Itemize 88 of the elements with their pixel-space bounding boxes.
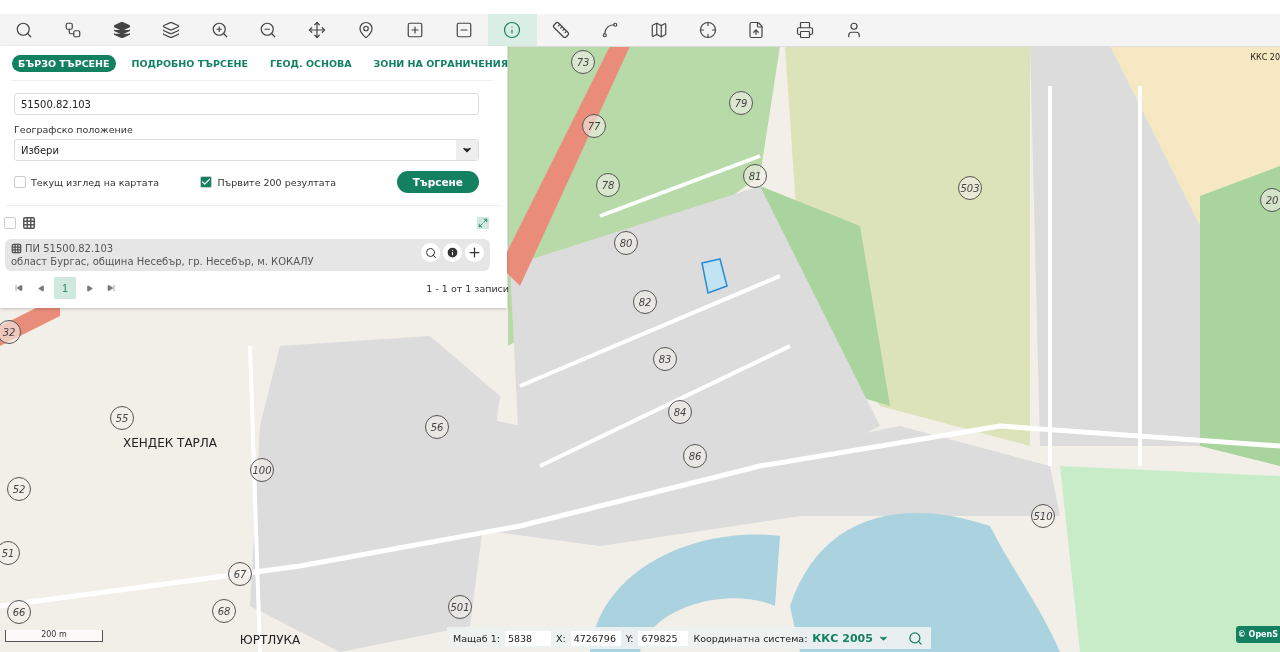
search-input[interactable]: 51500.82.103 bbox=[14, 93, 479, 115]
place-name: ХЕНДЕК ТАРЛА bbox=[122, 436, 218, 450]
map-number-marker: 52 bbox=[7, 477, 31, 501]
map-number-marker: 51 bbox=[0, 541, 20, 565]
search-tab[interactable]: ЗОНИ НА ОГРАНИЧЕНИЯ bbox=[367, 54, 514, 72]
map-number-marker: 32 bbox=[0, 320, 21, 344]
layers-icon bbox=[161, 21, 180, 39]
map-number-marker: 501 bbox=[448, 595, 472, 619]
x-value: 4726796 bbox=[570, 630, 621, 646]
search-button[interactable] bbox=[421, 243, 440, 262]
scale-value: 5838 bbox=[504, 630, 551, 646]
map-number-marker: 82 bbox=[633, 290, 657, 314]
x-label: X: bbox=[555, 632, 566, 644]
file-upload-icon bbox=[747, 21, 766, 39]
map-number-marker: 73 bbox=[571, 50, 595, 74]
layers-filled-icon bbox=[113, 21, 131, 39]
map-number-marker: 84 bbox=[668, 400, 692, 424]
search-button[interactable]: Търсене bbox=[396, 171, 479, 193]
last-page-icon bbox=[107, 284, 115, 292]
search-tab[interactable]: ГЕОД. ОСНОВА bbox=[263, 54, 358, 72]
select-all-checkbox[interactable] bbox=[4, 217, 16, 229]
map-number-marker: 79 bbox=[729, 91, 753, 115]
scale-bar: 200 m bbox=[5, 630, 103, 642]
previous-page-icon bbox=[37, 284, 45, 292]
y-value: 679825 bbox=[638, 630, 689, 646]
checkbox[interactable] bbox=[200, 176, 213, 188]
map-number-marker: 68 bbox=[212, 599, 236, 623]
dropdown-caret-icon[interactable] bbox=[456, 140, 478, 160]
crs-select[interactable]: ККС 2005 bbox=[812, 631, 873, 645]
result-address: област Бургас, община Несебър, гр. Несебър, м. КОКАЛУ bbox=[11, 256, 314, 267]
map-number-marker: 100 bbox=[250, 458, 274, 482]
search-icon bbox=[15, 21, 34, 39]
search-tab[interactable]: ПОДРОБНО ТЪРСЕНЕ bbox=[125, 54, 254, 72]
y-label: Y: bbox=[625, 632, 634, 644]
zoom-out-icon bbox=[259, 21, 278, 39]
map-number-marker: 80 bbox=[614, 231, 638, 255]
grid-icon bbox=[11, 243, 22, 254]
first-page-icon bbox=[15, 284, 23, 292]
option-label: Първите 200 резултата bbox=[217, 176, 336, 188]
map-number-marker: 510 bbox=[1031, 504, 1055, 528]
map-number-marker: 77 bbox=[582, 114, 606, 138]
crs-label: Координатна система: bbox=[693, 632, 808, 644]
map-number-marker: 86 bbox=[683, 444, 707, 468]
map-number-marker: 78 bbox=[596, 173, 620, 197]
plus-icon bbox=[467, 245, 482, 260]
add-button[interactable] bbox=[465, 243, 484, 262]
checkbox[interactable] bbox=[14, 176, 26, 188]
polyline-icon bbox=[600, 21, 619, 39]
records-summary: 1 - 1 от 1 записи bbox=[426, 282, 509, 294]
map-number-marker: 83 bbox=[653, 347, 677, 371]
map-icon bbox=[649, 21, 668, 39]
info-tool[interactable] bbox=[487, 14, 537, 46]
result-title: ПИ 51500.82.103 bbox=[25, 243, 114, 254]
square-minus-icon bbox=[454, 21, 473, 39]
location-select[interactable]: Избери bbox=[14, 139, 479, 161]
ruler-icon bbox=[552, 21, 571, 39]
map-number-marker: 67 bbox=[228, 562, 252, 586]
nodes-icon bbox=[64, 21, 83, 39]
info-icon bbox=[446, 246, 459, 259]
scale-label: Мащаб 1: bbox=[453, 632, 500, 644]
square-plus-icon bbox=[405, 21, 424, 39]
search-tab[interactable]: БЪРЗО ТЪРСЕНЕ bbox=[12, 54, 116, 72]
map-number-marker: 20 bbox=[1260, 188, 1280, 212]
option-label: Текущ изглед на картата bbox=[31, 176, 160, 188]
map-number-marker: 55 bbox=[110, 406, 134, 430]
map-attribution[interactable]: © OpenS bbox=[1235, 626, 1280, 643]
move-icon bbox=[308, 21, 327, 39]
search-icon[interactable] bbox=[907, 630, 923, 646]
info-button[interactable] bbox=[443, 243, 462, 262]
search-icon bbox=[424, 246, 437, 259]
map-pin-icon bbox=[356, 21, 375, 39]
map-number-marker: 66 bbox=[7, 600, 31, 624]
expand-icon[interactable] bbox=[477, 217, 489, 229]
result-card[interactable]: ПИ 51500.82.103 област Бургас, община Несебър, гр. Несебър, м. КОКАЛУ bbox=[5, 239, 490, 271]
map-number-marker: 81 bbox=[743, 164, 767, 188]
page-number[interactable]: 1 bbox=[54, 277, 76, 299]
arrows-icon bbox=[478, 218, 488, 228]
place-name: ЮРТЛУКА bbox=[239, 633, 301, 647]
map-number-marker: 56 bbox=[425, 415, 449, 439]
grid-icon bbox=[22, 216, 36, 230]
map-label: ККС 20 bbox=[1250, 53, 1280, 62]
map-number-marker: 503 bbox=[958, 176, 982, 200]
info-icon bbox=[503, 21, 522, 39]
printer-icon bbox=[796, 21, 815, 39]
field-label: Географско положение bbox=[14, 124, 134, 135]
zoom-in-icon bbox=[210, 21, 229, 39]
next-page-icon bbox=[85, 284, 93, 292]
crosshair-icon bbox=[698, 21, 717, 39]
